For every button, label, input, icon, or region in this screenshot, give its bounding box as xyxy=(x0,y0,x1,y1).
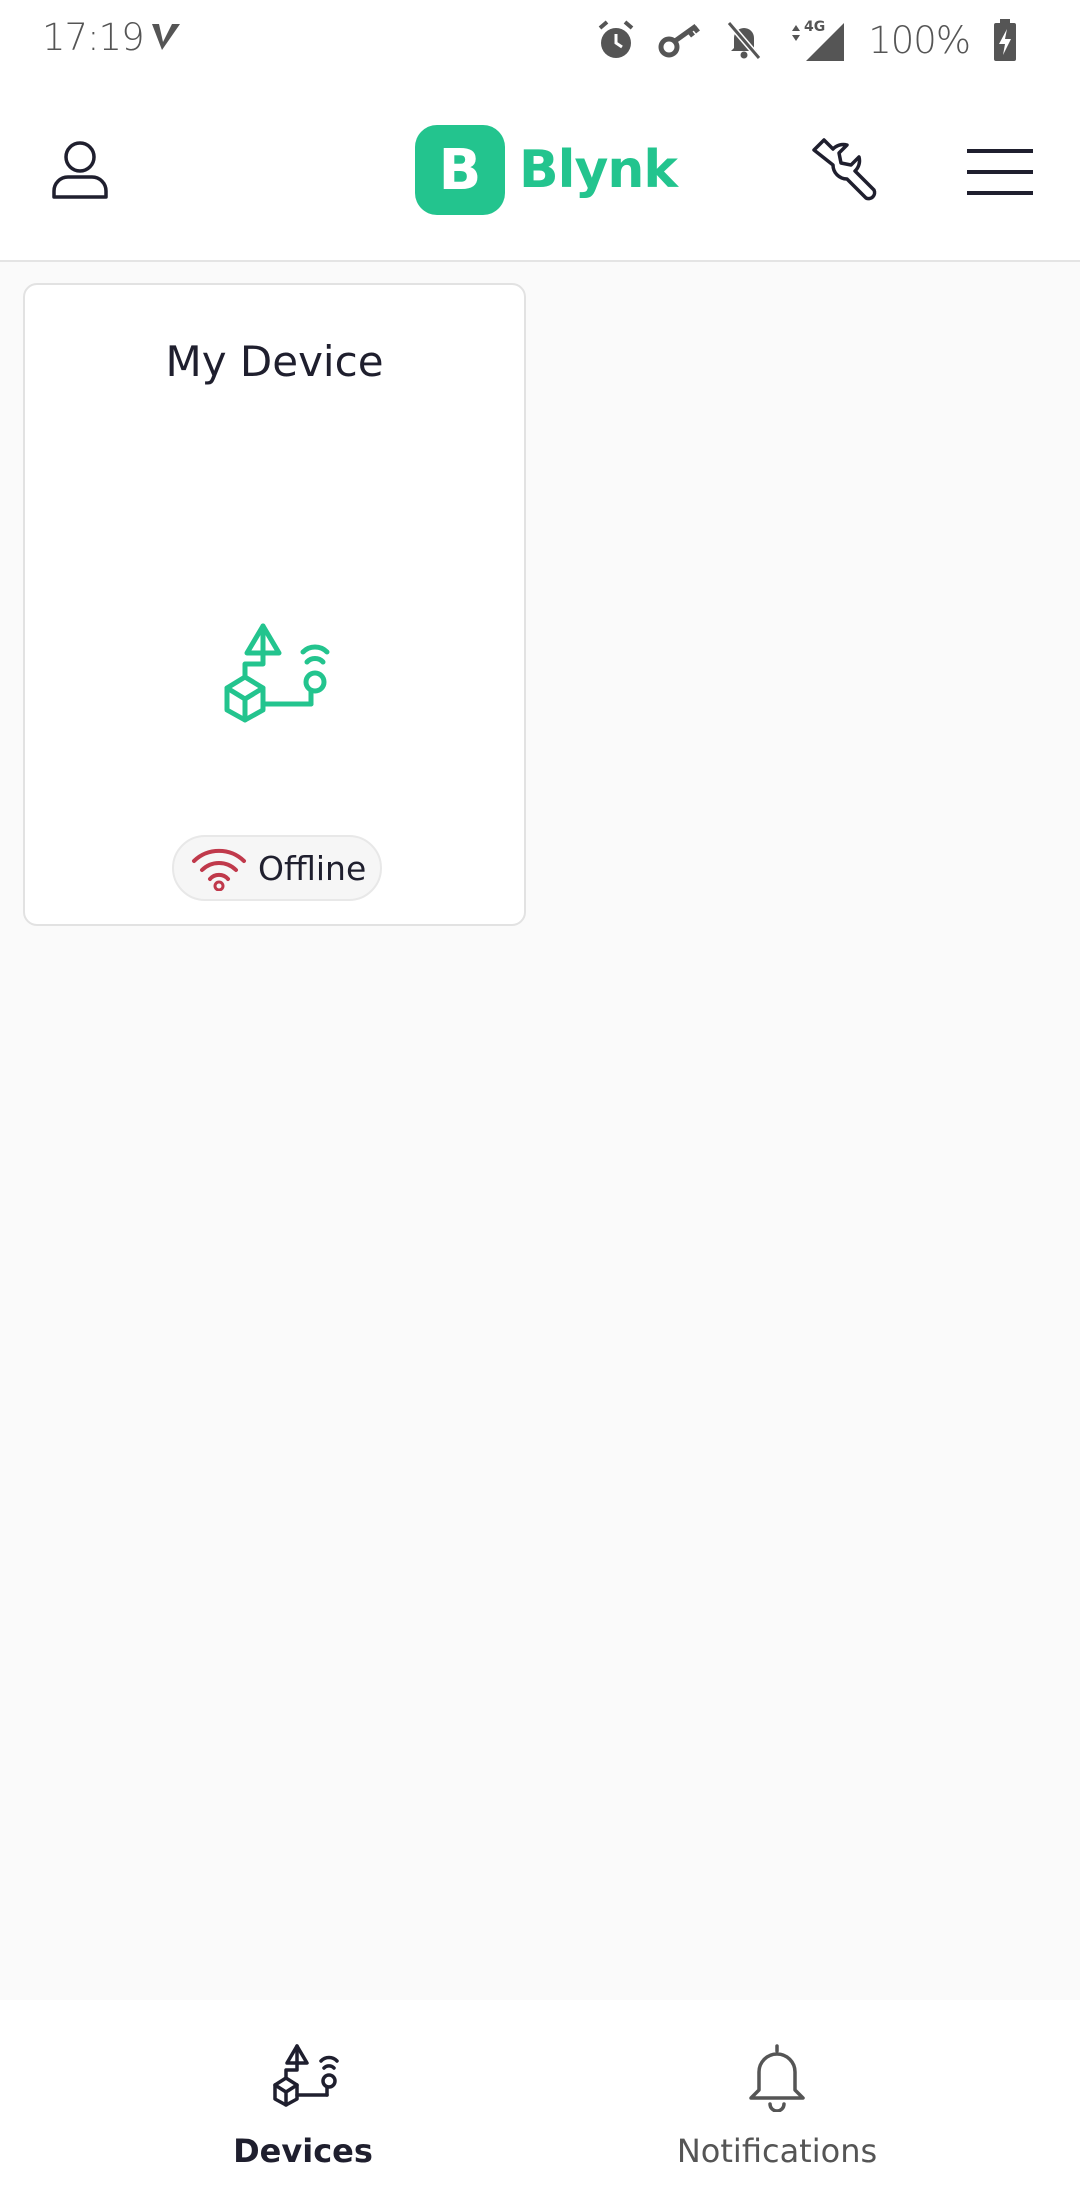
status-time: 17:19 xyxy=(42,16,145,59)
logo-mark: B xyxy=(415,125,505,215)
menu-icon xyxy=(967,149,1033,195)
device-card[interactable]: My Device Offline xyxy=(23,283,526,926)
device-status-badge: Offline xyxy=(172,835,382,901)
battery-percent: 100% xyxy=(868,18,971,62)
key-icon xyxy=(658,23,701,58)
wrench-icon xyxy=(812,138,877,201)
bell-muted-icon xyxy=(726,21,762,60)
signal-icon: 4G xyxy=(792,19,845,61)
wifi-offline-icon xyxy=(192,848,246,891)
vpn-v-icon xyxy=(152,24,180,50)
device-status-label: Offline xyxy=(258,848,367,888)
status-icons: 4G 100% xyxy=(596,14,1018,66)
profile-icon xyxy=(52,141,108,199)
device-template-icon xyxy=(224,623,330,723)
nav-item-notifications[interactable]: Notifications xyxy=(627,2040,927,2170)
nav-label-devices: Devices xyxy=(233,2132,373,2170)
bottom-nav: Devices Notifications xyxy=(0,2000,1080,2201)
logo-text: Blynk xyxy=(519,140,678,200)
nav-label-notifications: Notifications xyxy=(676,2132,878,2170)
menu-button[interactable] xyxy=(958,130,1042,214)
developer-tools-button[interactable] xyxy=(800,130,886,216)
devices-icon xyxy=(273,2044,339,2107)
blynk-logo: B Blynk xyxy=(415,125,678,215)
status-bar: 17:19 4G 100% xyxy=(0,0,1080,80)
app-header: B Blynk xyxy=(0,80,1080,262)
nav-item-devices[interactable]: Devices xyxy=(153,2040,453,2170)
device-name: My Device xyxy=(165,337,384,386)
bell-icon xyxy=(749,2044,805,2112)
battery-charging-icon xyxy=(994,19,1016,61)
network-type: 4G xyxy=(804,19,825,35)
profile-button[interactable] xyxy=(40,130,120,210)
alarm-icon xyxy=(598,20,634,58)
